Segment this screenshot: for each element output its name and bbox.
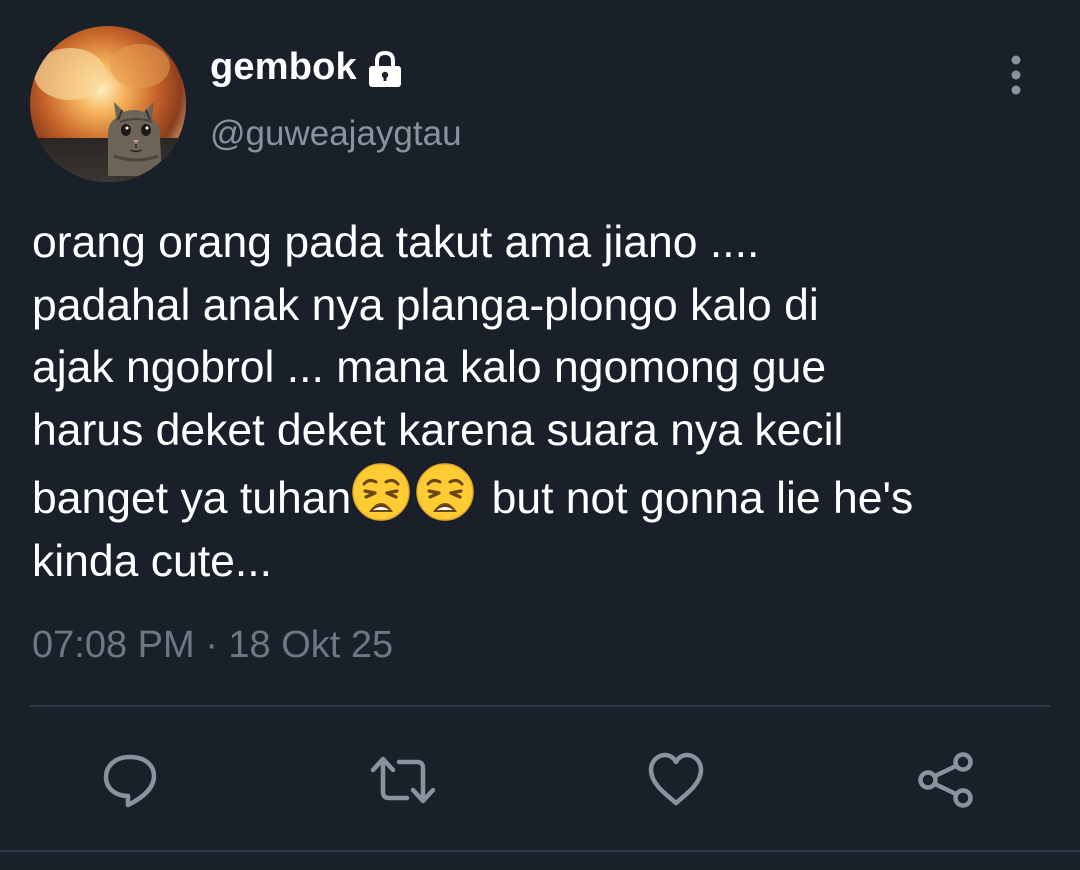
retweet-button[interactable] <box>367 748 436 812</box>
heart-icon <box>648 752 704 806</box>
tweet: gembok @guweajaygtau orang orang pada ta… <box>0 0 1080 870</box>
handle[interactable]: @guweajaygtau <box>210 114 462 154</box>
weary-face-emoji <box>351 462 411 522</box>
more-vertical-icon[interactable] <box>1004 52 1028 100</box>
share-icon <box>918 752 973 808</box>
like-button[interactable] <box>644 748 708 812</box>
reply-icon <box>103 754 157 808</box>
display-name[interactable]: gembok <box>210 46 357 89</box>
retweet-icon <box>370 756 436 804</box>
tweet-text: orang orang pada takut ama jiano .... pa… <box>32 212 1072 593</box>
bottom-divider <box>0 850 1080 852</box>
weary-face-emoji <box>415 462 475 522</box>
display-name-row: gembok <box>210 46 405 89</box>
divider <box>30 705 1050 707</box>
avatar[interactable] <box>30 26 186 182</box>
timestamp[interactable]: 07:08 PM · 18 Okt 25 <box>32 624 393 667</box>
lock-icon <box>365 49 405 89</box>
cat-photo-avatar <box>30 26 186 182</box>
reply-button[interactable] <box>98 748 162 812</box>
share-button[interactable] <box>914 748 978 812</box>
